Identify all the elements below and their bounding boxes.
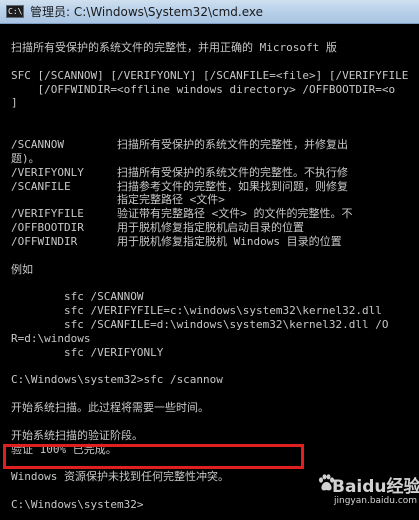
console-line: sfc /VERIFYFILE=c:\windows\system32\kern… (11, 304, 382, 318)
console-line: SFC [/SCANNOW] [/VERIFYONLY] [/SCANFILE=… (11, 68, 409, 82)
console-line: /SCANFILE 扫描参考文件的完整性，如果找到问题，则修复 (11, 179, 348, 193)
console-line: [/OFFWINDIR=<offline windows directory> … (11, 82, 396, 96)
console-line: 指定完整路径 <文件> (11, 193, 225, 207)
console-line: C:\Windows\system32>sfc /scannow (11, 373, 223, 387)
console-line: /VERIFYFILE 验证带有完整路径 <文件> 的文件的完整性。不 (11, 207, 353, 221)
watermark-brand: Baidu经验 (332, 477, 419, 497)
result-highlight-box (3, 444, 304, 469)
window-title: 管理员: C:\Windows\System32\cmd.exe (30, 5, 263, 19)
console-line: 开始系统扫描。此过程将需要一些时间。 (11, 401, 209, 415)
console-line: R=d:\windows (11, 331, 91, 345)
console-line: 题)。 (11, 151, 40, 165)
console-line: ] (11, 96, 18, 110)
console-line: /OFFBOOTDIR 用于脱机修复指定脱机启动目录的位置 (11, 221, 304, 234)
console-line: /VERIFYONLY 扫描所有受保护的系统文件的完整性。不执行修 (11, 165, 348, 179)
console-line: /OFFWINDIR 用于脱机修复指定脱机 Windows 目录的位置 (11, 234, 342, 248)
title-bar[interactable]: C:\ 管理员: C:\Windows\System32\cmd.exe (0, 0, 419, 24)
console-line: 开始系统扫描的验证阶段。 (11, 428, 143, 442)
console-line: 扫描所有受保护的系统文件的完整性，并用正确的 Microsoft 版 (11, 41, 337, 54)
console-line: sfc /SCANFILE=d:\windows\system32\kernel… (11, 318, 389, 331)
console-line: sfc /VERIFYONLY (11, 345, 164, 359)
baidu-watermark: Baidu经验 jingyan.baidu.com (318, 470, 419, 516)
watermark-url: jingyan.baidu.com (334, 496, 418, 506)
console-line: 例如 (11, 262, 33, 276)
cmd-window: C:\ 管理员: C:\Windows\System32\cmd.exe 扫描所… (0, 0, 419, 520)
console-line: /SCANNOW 扫描所有受保护的系统文件的完整性，并修复出 (11, 138, 348, 151)
console-line: Windows 资源保护未找到任何完整性冲突。 (11, 470, 229, 484)
cmd-console-icon: C:\ (6, 5, 24, 18)
console-line: sfc /SCANNOW (11, 290, 144, 304)
console-line: C:\Windows\system32> (11, 498, 144, 512)
